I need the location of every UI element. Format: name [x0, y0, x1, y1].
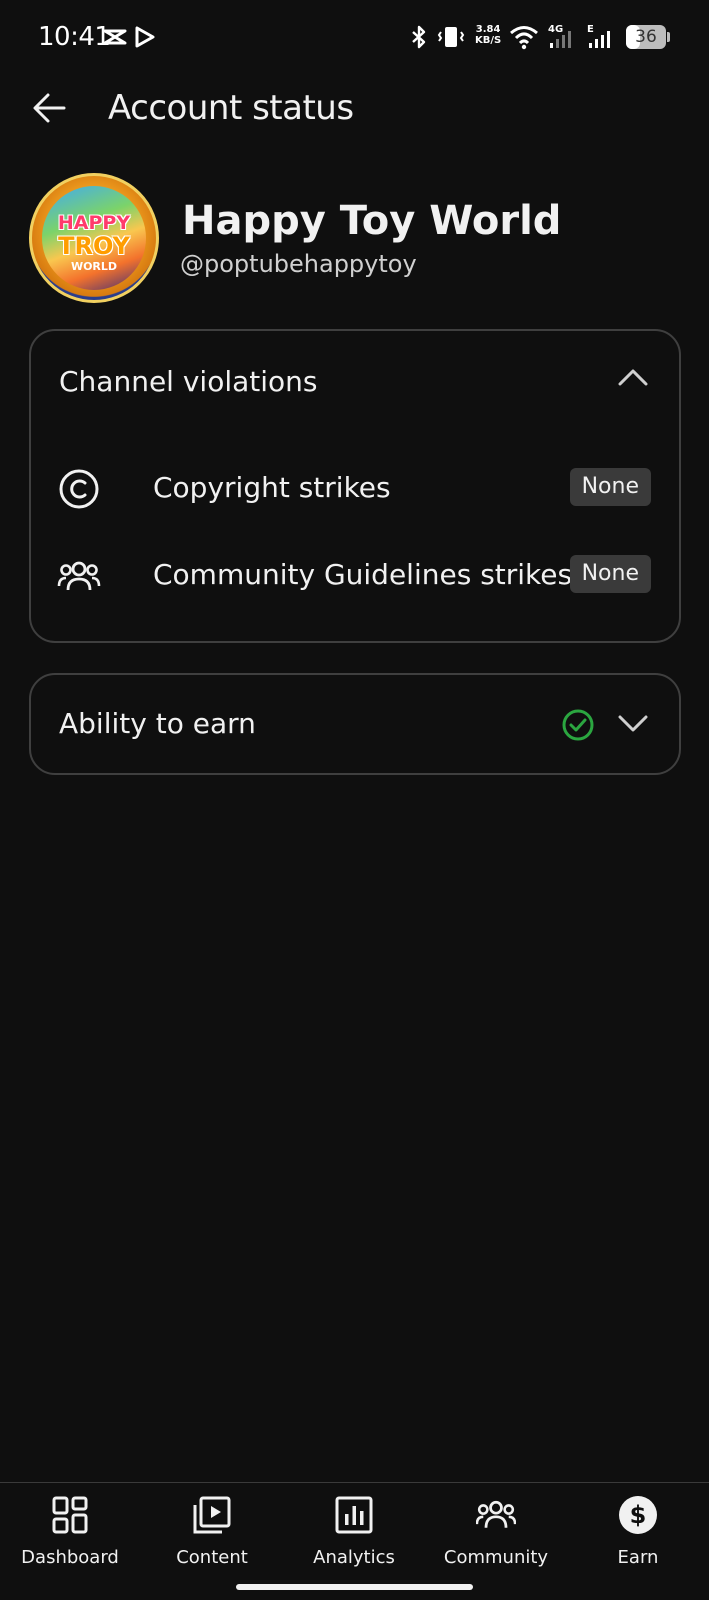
chevron-down-icon: [618, 715, 648, 732]
page-title: Account status: [108, 88, 354, 128]
channel-violations-header[interactable]: Channel violations: [31, 331, 679, 427]
wifi-icon: [510, 26, 538, 50]
channel-name: Happy Toy World: [182, 198, 562, 244]
copyright-strikes-label: Copyright strikes: [153, 471, 391, 504]
arrow-left-icon: [33, 93, 66, 123]
community-guidelines-strikes-row[interactable]: Community Guidelines strikes None: [57, 550, 657, 600]
copyright-strikes-status-badge: None: [569, 468, 651, 506]
vibrate-icon: [437, 27, 465, 47]
avatar-logo-text-2: TROY: [58, 232, 130, 260]
status-bar: 10:41 3.84 KB/S 4G E 36: [0, 0, 709, 74]
nav-item-dashboard[interactable]: Dashboard: [0, 1493, 140, 1583]
battery-percent: 36: [635, 27, 657, 47]
channel-handle: @poptubehappytoy: [180, 250, 417, 278]
bottom-navigation: Dashboard Content Analytics Community $ …: [0, 1482, 709, 1600]
network-speed: 3.84 KB/S: [475, 24, 502, 46]
nav-item-community[interactable]: Community: [426, 1493, 566, 1583]
bluetooth-icon: [412, 25, 426, 49]
signal-strength-icon: [550, 31, 571, 48]
analytics-icon: [335, 1496, 373, 1534]
ability-to-earn-heading: Ability to earn: [59, 707, 256, 740]
battery-icon: 36: [626, 25, 666, 49]
community-guidelines-strikes-label: Community Guidelines strikes: [153, 558, 573, 591]
content-icon: [193, 1496, 231, 1534]
community-icon: [476, 1500, 516, 1528]
channel-avatar: HAPPY TROY WORLD: [29, 173, 159, 303]
svg-text:$: $: [630, 1501, 647, 1529]
ability-to-earn-card[interactable]: Ability to earn: [29, 673, 681, 775]
nav-label-dashboard: Dashboard: [21, 1547, 119, 1568]
signal-strength-2-icon: [589, 31, 610, 48]
play-store-icon: [135, 26, 155, 48]
avatar-logo-text-1: HAPPY: [57, 212, 131, 234]
channel-violations-card: Channel violations Copyright strikes Non…: [29, 329, 681, 643]
nav-item-earn[interactable]: $ Earn: [568, 1493, 708, 1583]
avatar-logo-text-3: WORLD: [70, 260, 118, 273]
channel-violations-heading: Channel violations: [59, 365, 318, 398]
check-circle-icon: [562, 709, 594, 741]
capcut-icon: [103, 29, 127, 45]
copyright-strikes-row[interactable]: Copyright strikes None: [57, 463, 657, 513]
chevron-up-icon: [618, 369, 648, 386]
dollar-icon: $: [619, 1496, 657, 1534]
account-status-screen: 10:41 3.84 KB/S 4G E 36 Account status H…: [0, 0, 709, 1600]
home-indicator[interactable]: [236, 1584, 473, 1590]
nav-label-community: Community: [443, 1547, 549, 1568]
nav-item-analytics[interactable]: Analytics: [284, 1493, 424, 1583]
battery-nub: [667, 32, 670, 42]
nav-item-content[interactable]: Content: [142, 1493, 282, 1583]
nav-label-content: Content: [176, 1547, 248, 1568]
back-button[interactable]: [28, 86, 72, 130]
status-time: 10:41: [38, 22, 111, 52]
nav-label-earn: Earn: [617, 1547, 659, 1568]
nav-label-analytics: Analytics: [313, 1547, 395, 1568]
community-guidelines-strikes-status-badge: None: [569, 555, 651, 593]
copyright-icon: [59, 469, 99, 509]
people-icon: [57, 561, 101, 591]
dashboard-icon: [52, 1496, 88, 1534]
